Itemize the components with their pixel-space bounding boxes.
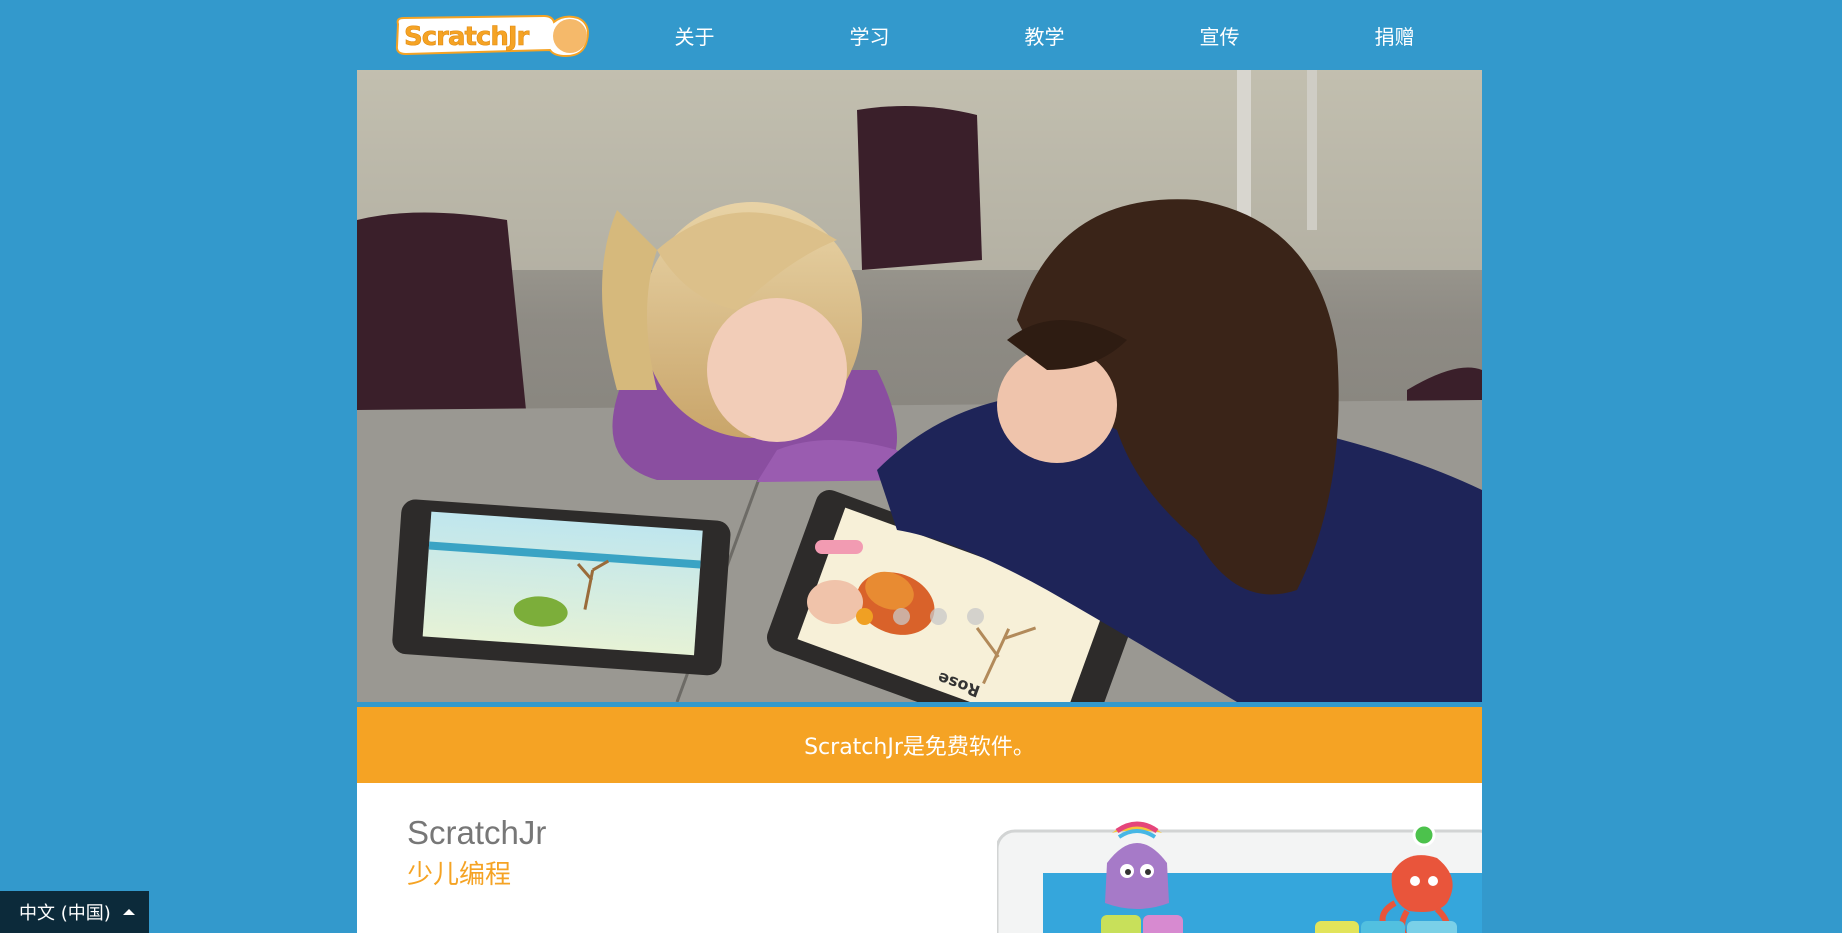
product-title: ScratchJr [407,814,547,851]
hero-carousel[interactable]: Rose [357,70,1482,702]
banner-text: ScratchJr是免费软件。 [804,735,1035,760]
language-selector[interactable]: 中文 (中国) [0,891,149,933]
page: ScratchJr 关于 学习 教学 宣传 捐赠 Rose ScratchJr是… [357,0,1482,933]
scratchjr-logo[interactable]: ScratchJr [394,10,591,60]
nav-item-donate[interactable]: 捐赠 [1307,0,1482,70]
product-subtitle: 少儿编程 [407,860,512,890]
nav-item-learn[interactable]: 学习 [782,0,957,70]
product-section: ScratchJr 少儿编程 [357,783,1482,933]
app-preview-image [995,803,1482,933]
carousel-dot-3[interactable] [929,608,947,625]
caret-up-icon [122,909,135,915]
free-software-banner: ScratchJr是免费软件。 [357,707,1482,783]
nav-item-about[interactable]: 关于 [607,0,782,70]
nav-item-teach[interactable]: 教学 [957,0,1132,70]
logo-text: ScratchJr [404,22,530,52]
carousel-dot-4[interactable] [966,608,984,625]
carousel-dot-2[interactable] [892,608,910,625]
app-preview-graphic [995,821,1482,933]
site-header: ScratchJr 关于 学习 教学 宣传 捐赠 [357,0,1482,70]
language-selector-value: 中文 (中国) [19,903,111,924]
carousel-dots [357,608,1482,625]
logo-graphic: ScratchJr [395,14,589,58]
nav-item-outreach[interactable]: 宣传 [1132,0,1307,70]
main-nav: 关于 学习 教学 宣传 捐赠 [607,0,1482,70]
carousel-dot-1[interactable] [855,608,873,625]
